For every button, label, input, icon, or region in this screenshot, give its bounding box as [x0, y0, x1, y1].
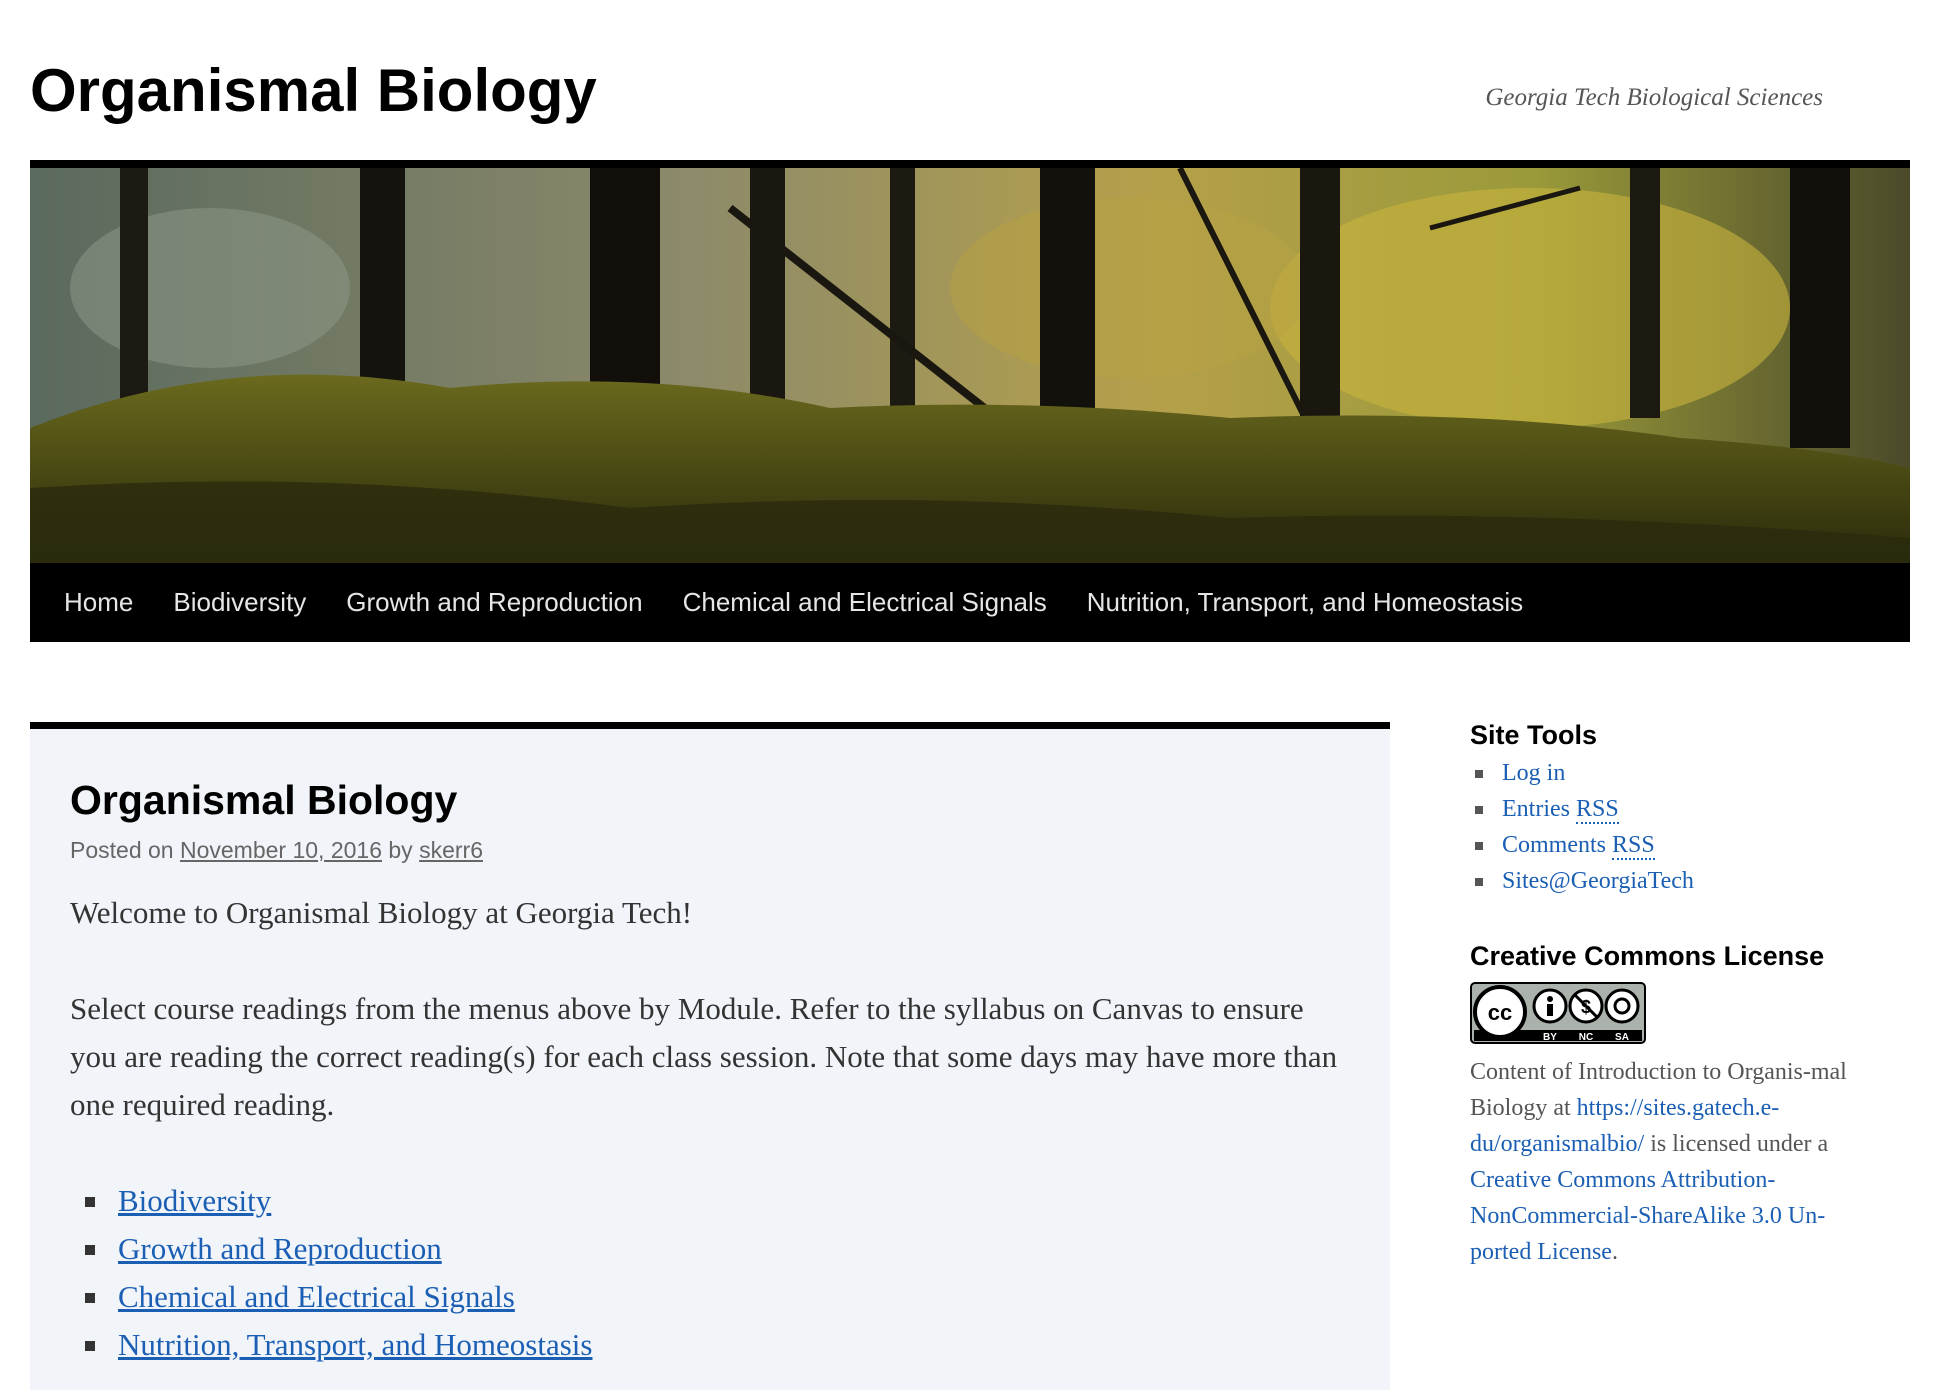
entries-label: Entries — [1502, 796, 1570, 822]
nav-item-growth-reproduction[interactable]: Growth and Reproduction — [326, 587, 662, 618]
site-tagline: Georgia Tech Biological Sciences — [1485, 84, 1823, 111]
license-title: Creative Commons License — [1470, 941, 1825, 971]
entry-title[interactable]: Organismal Biology — [70, 777, 457, 824]
posted-on-label: Posted on — [70, 837, 174, 863]
entries-rss-link[interactable]: Entries RSS — [1502, 796, 1619, 824]
nav-item-chemical-electrical-signals[interactable]: Chemical and Electrical Signals — [663, 587, 1067, 618]
entry-content: Welcome to Organismal Biology at Georgia… — [70, 889, 1350, 1369]
by-label: BY — [1543, 1032, 1557, 1043]
nav-item-biodiversity[interactable]: Biodiversity — [153, 587, 326, 618]
license-text-middle: is licensed under a — [1650, 1131, 1829, 1157]
sidebar: Site Tools Log in Entries RSS Comments R… — [1470, 720, 1870, 1270]
nav-item-nutrition-transport-homeostasis[interactable]: Nutrition, Transport, and Homeostasis — [1067, 587, 1543, 618]
entry-meta: Posted on November 10, 2016 by skerr6 — [70, 837, 483, 864]
welcome-text: Welcome to Organismal Biology at Georgia… — [70, 895, 693, 930]
log-in-link[interactable]: Log in — [1502, 760, 1565, 786]
comments-rss-link[interactable]: Comments RSS — [1502, 832, 1655, 860]
post-date-link[interactable]: November 10, 2016 — [180, 837, 382, 863]
sa-share-icon — [1604, 988, 1640, 1024]
list-item: Comments RSS — [1475, 827, 1870, 863]
by-label: by — [388, 837, 413, 863]
list-item: Chemical and Electrical Signals — [85, 1273, 1350, 1321]
rss-abbr: RSS — [1575, 796, 1619, 824]
list-item: Growth and Reproduction — [85, 1225, 1350, 1273]
nc-label: NC — [1579, 1032, 1593, 1043]
list-item: Biodiversity — [85, 1177, 1350, 1225]
sa-label: SA — [1615, 1032, 1629, 1043]
license-name-link[interactable]: Creative Commons Attribution-NonCommerci… — [1470, 1167, 1825, 1265]
module-link-growth-reproduction[interactable]: Growth and Reproduction — [118, 1231, 442, 1266]
module-link-nutrition-transport-homeostasis[interactable]: Nutrition, Transport, and Homeostasis — [118, 1327, 592, 1362]
nav-item-home[interactable]: Home — [44, 587, 153, 618]
module-link-biodiversity[interactable]: Biodiversity — [118, 1183, 271, 1218]
cc-license-badge[interactable]: cc $ BY NC SA — [1470, 982, 1870, 1044]
list-item: Entries RSS — [1475, 791, 1870, 827]
comments-label: Comments — [1502, 832, 1607, 858]
cc-badge-label: cc — [1488, 1000, 1512, 1025]
header-banner-image — [30, 160, 1910, 563]
list-item: Nutrition, Transport, and Homeostasis — [85, 1321, 1350, 1369]
article: Organismal Biology Posted on November 10… — [30, 722, 1390, 1390]
instructions-text: Select course readings from the menus ab… — [70, 991, 1338, 1122]
license-widget: Creative Commons License cc $ BY NC SA — [1470, 941, 1870, 1270]
site-tools-list: Log in Entries RSS Comments RSS Sites@Ge… — [1470, 755, 1870, 899]
site-title[interactable]: Organismal Biology — [30, 46, 597, 136]
site-tools-title: Site Tools — [1470, 720, 1598, 750]
author-link[interactable]: skerr6 — [419, 837, 483, 863]
rss-abbr: RSS — [1612, 832, 1655, 860]
license-text: Content of Introduction to Organis-mal B… — [1470, 1054, 1870, 1270]
module-link-chemical-electrical-signals[interactable]: Chemical and Electrical Signals — [118, 1279, 515, 1314]
sites-gatech-link[interactable]: Sites@GeorgiaTech — [1502, 868, 1694, 894]
list-item: Sites@GeorgiaTech — [1475, 863, 1870, 899]
main-navigation: Home Biodiversity Growth and Reproductio… — [30, 563, 1910, 642]
site-tools-widget: Site Tools Log in Entries RSS Comments R… — [1470, 720, 1870, 899]
license-text-period: . — [1611, 1239, 1618, 1265]
module-list: Biodiversity Growth and Reproduction Che… — [70, 1177, 1350, 1369]
list-item: Log in — [1475, 755, 1870, 791]
